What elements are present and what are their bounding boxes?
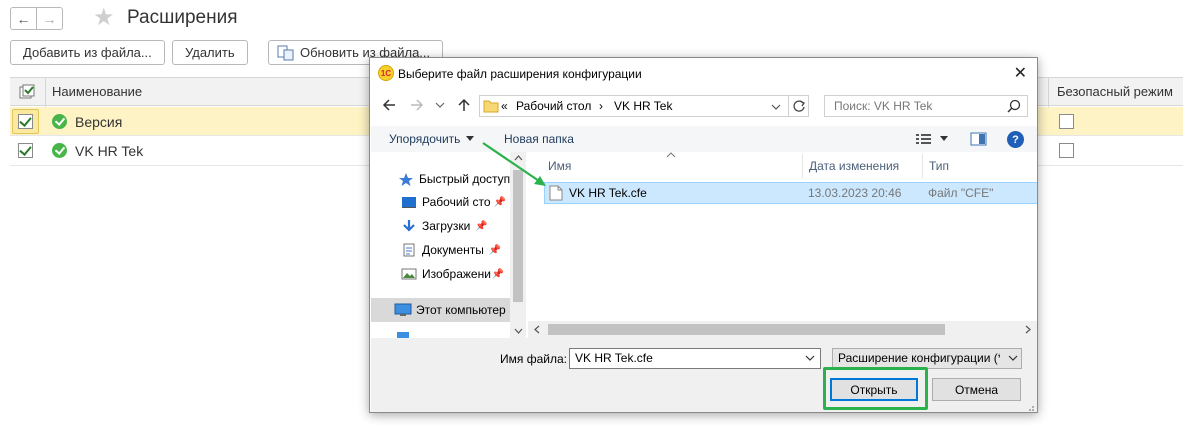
delete-label: Удалить	[185, 45, 235, 60]
nav-label: Этот компьютер	[416, 303, 506, 317]
row-name: VK HR Tek	[75, 143, 144, 159]
file-type-filter-select[interactable]: Расширение конфигурации (*	[832, 348, 1022, 369]
computer-icon	[394, 303, 412, 316]
column-header-date[interactable]: Дата изменения	[809, 152, 899, 180]
column-header-type[interactable]: Тип	[929, 152, 949, 180]
nav-label: Загрузки	[422, 219, 471, 233]
network-icon	[397, 332, 409, 338]
search-input[interactable]: Поиск: VK HR Tek	[824, 95, 1028, 117]
file-type: Файл "CFE"	[928, 186, 994, 200]
pin-icon: 📌	[475, 220, 488, 232]
favorite-star-icon[interactable]: ★	[93, 5, 115, 31]
document-icon	[403, 243, 415, 257]
filename-label: Имя файла:	[500, 352, 567, 366]
filter-value: Расширение конфигурации (*	[838, 351, 1000, 365]
column-header-safe-mode[interactable]: Безопасный режим	[1057, 84, 1173, 99]
address-separator: ›	[599, 99, 603, 113]
scroll-thumb[interactable]	[548, 324, 945, 335]
address-part-desktop[interactable]: Рабочий стол	[516, 99, 591, 113]
chevron-down-icon[interactable]	[771, 102, 781, 112]
dialog-title: Выберите файл расширения конфигурации	[398, 67, 642, 81]
highlight-box	[823, 367, 928, 410]
add-from-file-button[interactable]: Добавить из файла...	[10, 40, 165, 65]
filename-input[interactable]: VK HR Tek.cfe	[569, 348, 821, 369]
nav-label: Документы	[422, 243, 484, 257]
safe-mode-checkbox[interactable]	[1059, 114, 1074, 129]
nav-item-downloads[interactable]: Загрузки 📌	[401, 216, 488, 236]
picture-icon	[401, 268, 417, 280]
download-icon	[403, 220, 415, 232]
address-prefix: «	[501, 99, 508, 113]
safe-mode-checkbox[interactable]	[1059, 143, 1074, 158]
nav-forward-icon[interactable]	[410, 98, 424, 112]
nav-item-documents[interactable]: Документы 📌	[401, 240, 501, 260]
file-name: VK HR Tek.cfe	[569, 186, 647, 200]
search-icon[interactable]	[1007, 99, 1021, 113]
desktop-icon	[402, 197, 416, 208]
search-placeholder: Поиск: VK HR Tek	[834, 99, 933, 113]
scroll-down-icon[interactable]	[514, 328, 523, 334]
help-icon[interactable]: ?	[1007, 131, 1024, 148]
view-list-icon[interactable]	[915, 132, 933, 146]
file-list: Имя Дата изменения Тип VK HR Tek.cfe 13.…	[528, 152, 1037, 322]
nav-item-pictures[interactable]: Изображени 📌	[401, 264, 504, 284]
close-icon[interactable]: ✕	[1014, 63, 1027, 83]
address-part-folder[interactable]: VK HR Tek	[614, 99, 672, 113]
pin-icon: 📌	[493, 196, 507, 208]
cancel-button[interactable]: Отмена	[932, 378, 1021, 401]
row-name: Версия	[75, 114, 123, 130]
chevron-down-icon[interactable]	[1008, 355, 1018, 362]
nav-back-icon[interactable]	[382, 98, 396, 112]
preview-pane-icon[interactable]	[970, 132, 988, 146]
sort-ascending-icon	[666, 152, 676, 158]
resize-grip-icon[interactable]	[1025, 402, 1035, 412]
row-checkbox[interactable]	[18, 114, 33, 129]
list-item[interactable]: VK HR Tek.cfe 13.03.2023 20:46 Файл "CFE…	[544, 182, 1037, 204]
file-list-hscrollbar[interactable]	[528, 321, 1037, 338]
arrow-right-icon: →	[42, 10, 57, 27]
back-button[interactable]: ←	[10, 7, 37, 30]
update-file-icon	[277, 45, 294, 60]
nav-up-icon[interactable]	[457, 98, 471, 112]
column-header-name[interactable]: Наименование	[52, 84, 142, 99]
filename-value: VK HR Tek.cfe	[575, 351, 653, 365]
cancel-label: Отмена	[954, 382, 999, 397]
star-icon	[399, 173, 413, 186]
arrow-left-icon: ←	[16, 10, 31, 27]
status-ok-icon	[52, 114, 67, 129]
dialog-footer: Имя файла: VK HR Tek.cfe Расширение конф…	[371, 338, 1037, 412]
scroll-right-icon[interactable]	[1025, 325, 1031, 334]
check-all-icon[interactable]	[19, 84, 35, 100]
nav-item-this-pc[interactable]: Этот компьютер	[371, 298, 510, 322]
status-ok-icon	[52, 143, 67, 158]
app-1c-logo-icon: 1C	[378, 65, 394, 81]
nav-item-desktop[interactable]: Рабочий сто 📌	[401, 192, 506, 212]
scroll-left-icon[interactable]	[534, 325, 540, 334]
address-bar[interactable]: « Рабочий стол › VK HR Tek	[479, 95, 809, 117]
add-from-file-label: Добавить из файла...	[23, 45, 152, 60]
folder-icon	[483, 100, 499, 113]
row-checkbox[interactable]	[18, 143, 33, 158]
chevron-down-icon[interactable]	[805, 355, 815, 362]
forward-button[interactable]: →	[36, 7, 63, 30]
annotation-arrow-icon	[482, 142, 546, 186]
recent-chevron-icon[interactable]	[435, 100, 445, 110]
nav-label: Изображени	[422, 267, 491, 281]
page-title: Расширения	[127, 7, 238, 28]
file-open-dialog: 1C Выберите файл расширения конфигурации…	[369, 57, 1038, 413]
view-dropdown-icon[interactable]	[940, 136, 948, 142]
delete-button[interactable]: Удалить	[172, 40, 248, 65]
nav-label: Рабочий сто	[422, 195, 491, 209]
dialog-toolbar: Упорядочить Новая папка ?	[371, 126, 1037, 152]
organize-dropdown-icon[interactable]	[466, 136, 474, 142]
pin-icon: 📌	[488, 244, 502, 256]
pin-icon: 📌	[491, 268, 505, 280]
file-date: 13.03.2023 20:46	[808, 186, 902, 200]
organize-menu[interactable]: Упорядочить	[389, 132, 460, 146]
refresh-icon[interactable]	[792, 99, 806, 113]
